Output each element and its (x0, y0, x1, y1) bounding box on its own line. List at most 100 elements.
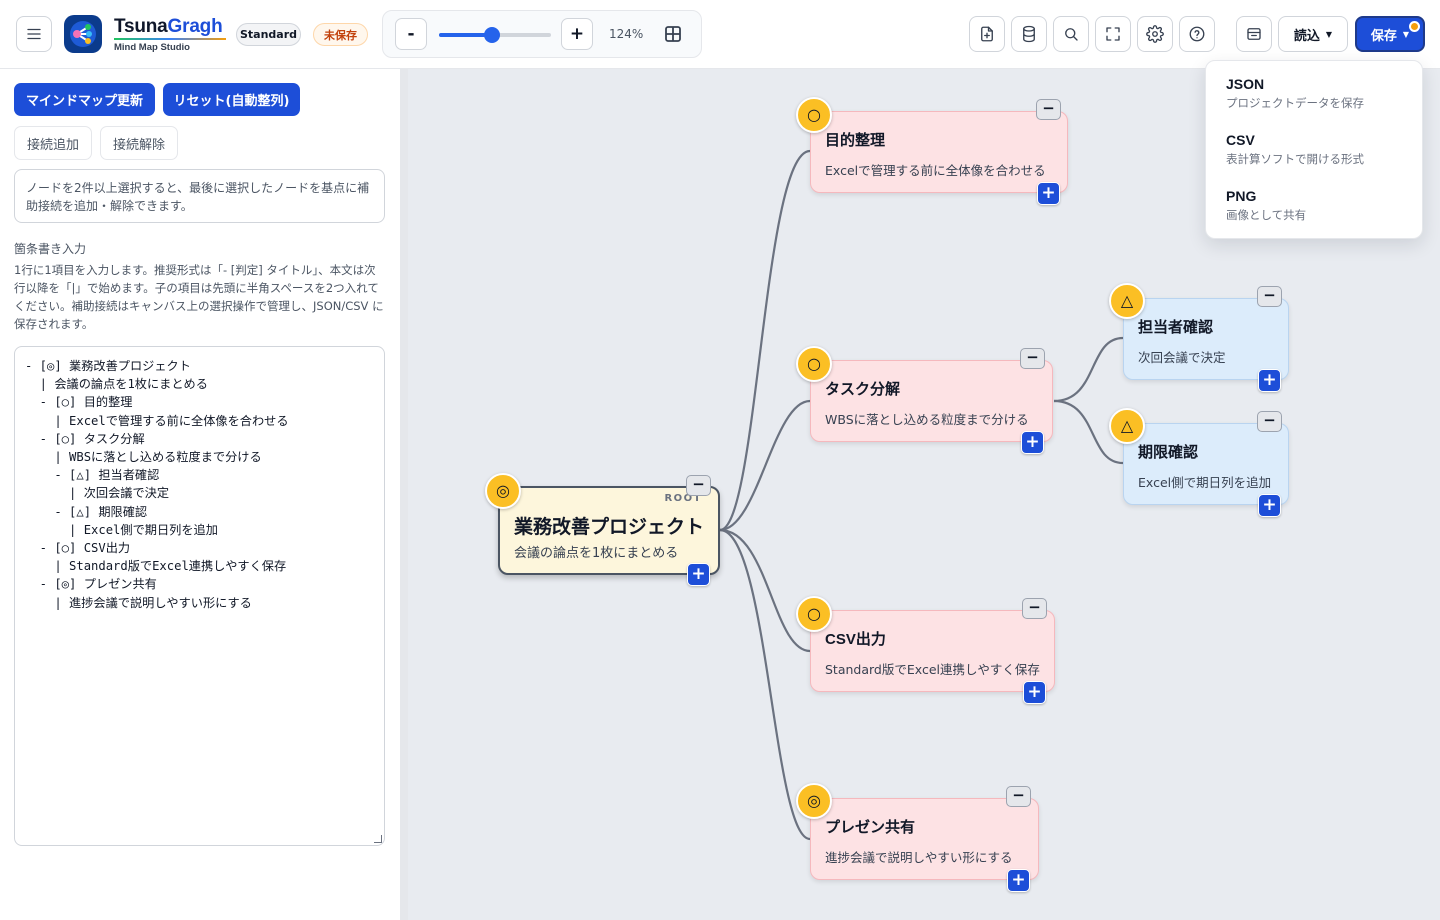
database-icon (1023, 25, 1035, 43)
settings-button[interactable] (1137, 16, 1173, 52)
node-body: Standard版でExcel連携しやすく保存 (825, 662, 1040, 677)
brand-subtitle: Mind Map Studio (114, 42, 190, 53)
mindmap-root-node[interactable]: ROOT 業務改善プロジェクト 会議の論点を1枚にまとめる (498, 486, 720, 575)
collapse-button[interactable]: − (686, 475, 711, 496)
edge-root-present (719, 528, 811, 841)
editor-line: | Standard版でExcel連携しやすく保存 (25, 559, 287, 574)
bullet-input-textarea[interactable]: - [◎] 業務改善プロジェクト | 会議の論点を1枚にまとめる - [○] 目… (14, 346, 385, 846)
save-menu-item-title: CSV (1226, 132, 1255, 148)
node-title: 目的整理 (825, 132, 886, 149)
editor-line: - [○] タスク分解 (25, 431, 145, 446)
save-menu: JSON プロジェクトデータを保存 CSV 表計算ソフトで開ける形式 PNG 画… (1205, 60, 1423, 239)
resize-handle-icon[interactable] (374, 835, 382, 843)
save-menu-item-desc: 表計算ソフトで開ける形式 (1226, 152, 1364, 166)
node-body: Excelで管理する前に全体像を合わせる (825, 163, 1046, 178)
node-title: プレゼン共有 (825, 819, 916, 836)
editor-line: | 進捗会議で説明しやすい形にする (25, 595, 252, 610)
menu-button[interactable] (16, 16, 52, 52)
node-title: CSV出力 (825, 631, 886, 648)
panel-button[interactable] (1236, 16, 1272, 52)
database-button[interactable] (1011, 16, 1047, 52)
judgement-badge-icon[interactable]: ◎ (796, 783, 832, 819)
zoom-level: 124% (609, 27, 644, 41)
node-body: Excel側で期日列を追加 (1138, 475, 1272, 490)
node-title: タスク分解 (825, 381, 901, 398)
mindmap-node-owner[interactable]: 担当者確認 次回会議で決定 (1123, 298, 1289, 380)
fit-view-button[interactable] (664, 25, 682, 43)
unsaved-status-badge: 未保存 (313, 23, 368, 46)
help-icon (1189, 26, 1205, 42)
menu-icon (27, 28, 41, 40)
node-body: 次回会議で決定 (1138, 350, 1226, 365)
judgement-badge-icon[interactable]: ○ (796, 596, 832, 632)
mindmap-node-csv[interactable]: CSV出力 Standard版でExcel連携しやすく保存 (810, 610, 1055, 692)
node-body: WBSに落とし込める粒度まで分ける (825, 412, 1029, 427)
zoom-toolbar: - + 124% (382, 10, 702, 58)
collapse-button[interactable]: − (1036, 99, 1061, 120)
new-file-icon (981, 26, 993, 42)
fit-view-icon (665, 26, 681, 42)
brand-name: TsunaGragh (114, 16, 223, 37)
editor-line: - [◎] 業務改善プロジェクト (25, 359, 191, 373)
mindmap-node-tasks[interactable]: タスク分解 WBSに落とし込める粒度まで分ける (810, 360, 1053, 442)
fullscreen-button[interactable] (1095, 16, 1131, 52)
collapse-button[interactable]: − (1257, 411, 1282, 432)
bullet-input-heading: 箇条書き入力 (14, 242, 87, 256)
plan-badge: Standard (236, 23, 301, 46)
load-button[interactable]: 読込 ▼ (1278, 16, 1348, 52)
chevron-down-icon: ▼ (1402, 29, 1410, 39)
reset-layout-button[interactable]: リセット(自動整列) (163, 83, 300, 116)
help-button[interactable] (1179, 16, 1215, 52)
edge-tasks-owner (1053, 336, 1124, 403)
editor-line: - [○] 目的整理 (25, 395, 133, 410)
save-menu-item-png[interactable]: PNG 画像として共有 (1226, 188, 1406, 223)
new-file-button[interactable] (969, 16, 1005, 52)
collapse-button[interactable]: − (1257, 286, 1282, 307)
selection-hint: ノードを2件以上選択すると、最後に選択したノードを基点に補助接続を追加・解除でき… (14, 169, 385, 223)
mindmap-node-deadline[interactable]: 期限確認 Excel側で期日列を追加 (1123, 423, 1289, 505)
save-menu-item-desc: 画像として共有 (1226, 208, 1307, 222)
zoom-slider-thumb[interactable] (483, 27, 500, 43)
app-logo-icon (64, 15, 102, 53)
judgement-badge-icon[interactable]: ○ (796, 97, 832, 133)
editor-line: | 次回会議で決定 (25, 486, 170, 501)
update-mindmap-button[interactable]: マインドマップ更新 (14, 83, 155, 116)
collapse-button[interactable]: − (1006, 786, 1031, 807)
add-child-button[interactable]: + (1007, 869, 1030, 892)
search-button[interactable] (1053, 16, 1089, 52)
add-child-button[interactable]: + (1258, 494, 1281, 517)
collapse-button[interactable]: − (1022, 598, 1047, 619)
editor-line: | 会議の論点を1枚にまとめる (25, 377, 208, 392)
sidebar-resizer[interactable] (400, 69, 408, 920)
add-child-button[interactable]: + (1021, 431, 1044, 454)
add-link-button[interactable]: 接続追加 (14, 126, 92, 160)
editor-line: - [△] 期限確認 (25, 504, 148, 519)
judgement-badge-icon[interactable]: ○ (796, 346, 832, 382)
add-child-button[interactable]: + (1258, 369, 1281, 392)
save-menu-item-title: PNG (1226, 188, 1257, 204)
search-icon (1065, 28, 1078, 41)
add-child-button[interactable]: + (1023, 681, 1046, 704)
zoom-out-button[interactable]: - (395, 18, 427, 50)
judgement-badge-icon[interactable]: △ (1109, 408, 1145, 444)
node-title: 期限確認 (1138, 444, 1199, 461)
zoom-slider[interactable] (439, 27, 551, 43)
collapse-button[interactable]: − (1020, 348, 1045, 369)
mindmap-node-purpose[interactable]: 目的整理 Excelで管理する前に全体像を合わせる (810, 111, 1068, 193)
add-child-button[interactable]: + (687, 563, 710, 586)
save-menu-item-csv[interactable]: CSV 表計算ソフトで開ける形式 (1226, 132, 1406, 167)
node-title: 担当者確認 (1138, 319, 1214, 336)
mindmap-node-presentation[interactable]: プレゼン共有 進捗会議で説明しやすい形にする (810, 798, 1039, 880)
judgement-badge-icon[interactable]: △ (1109, 283, 1145, 319)
zoom-in-button[interactable]: + (561, 18, 593, 50)
judgement-badge-icon[interactable]: ◎ (485, 473, 521, 509)
save-menu-item-json[interactable]: JSON プロジェクトデータを保存 (1226, 76, 1406, 111)
remove-link-button[interactable]: 接続解除 (100, 126, 178, 160)
bullet-input-description: 1行に1項目を入力します。推奨形式は「- [判定] タイトル」、本文は次行以降を… (14, 263, 384, 331)
gear-icon (1146, 25, 1164, 43)
save-button[interactable]: 保存 ▼ (1355, 16, 1425, 52)
load-button-label: 読込 (1293, 28, 1320, 44)
add-child-button[interactable]: + (1037, 182, 1060, 205)
node-title: 業務改善プロジェクト (514, 517, 705, 538)
app-header: TsunaGragh Mind Map Studio Standard 未保存 … (0, 0, 1440, 69)
